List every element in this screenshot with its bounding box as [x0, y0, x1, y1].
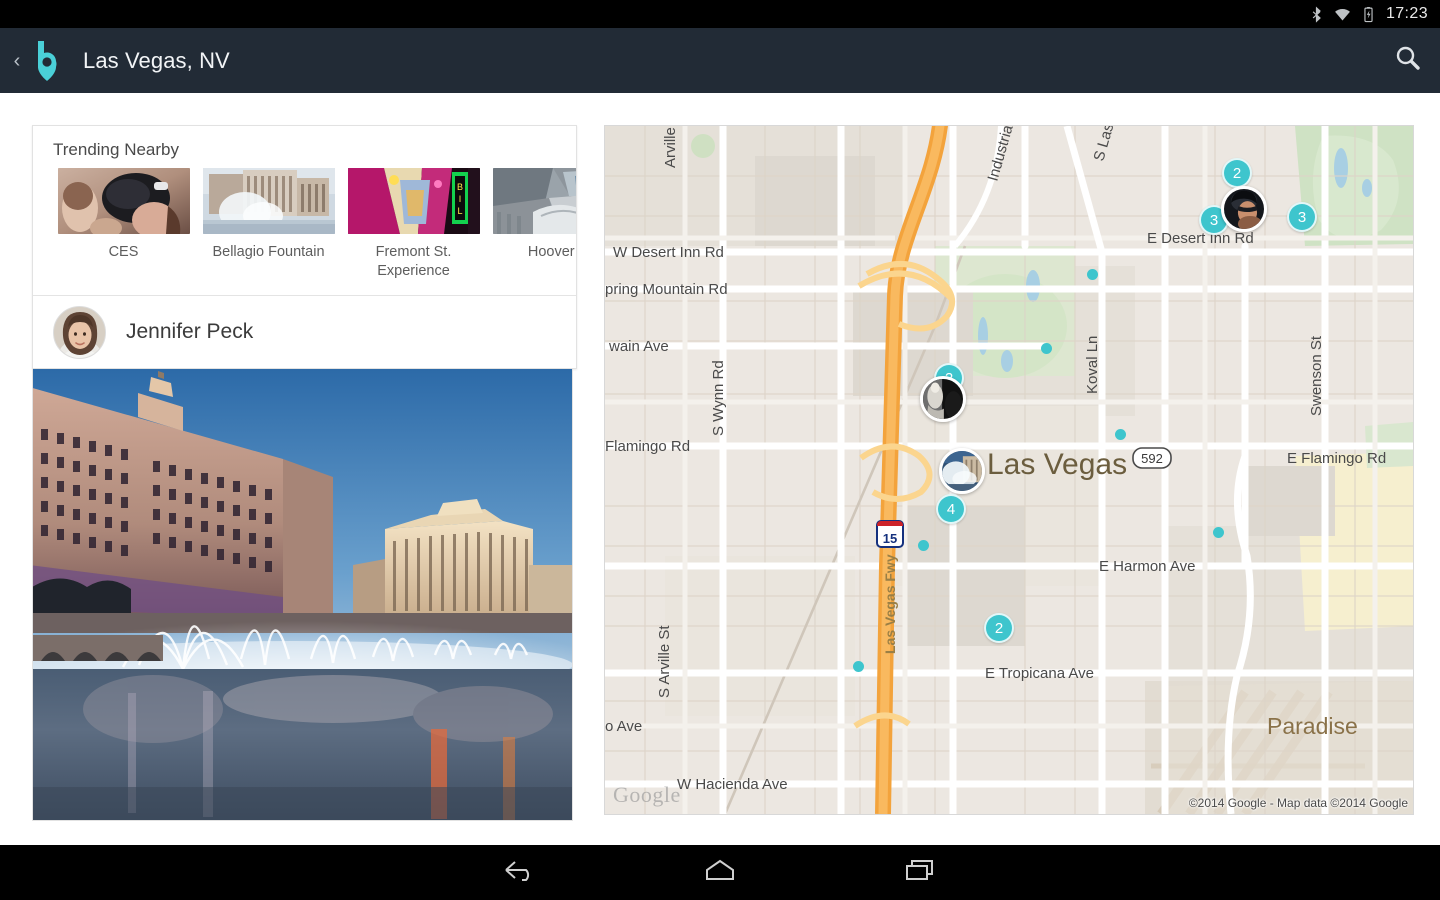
svg-text:S Las Vegas Blv: S Las Vegas Blv: [1091, 126, 1138, 163]
map-attribution: ©2014 Google - Map data ©2014 Google: [1188, 796, 1408, 810]
svg-text:Industrial Rd: Industrial Rd: [985, 126, 1025, 183]
post-author-row[interactable]: Jennifer Peck: [33, 296, 576, 368]
map-point-marker[interactable]: [1041, 343, 1052, 354]
back-arrow-icon: [502, 857, 538, 888]
trending-item-label: Hoover D: [527, 244, 576, 260]
recents-icon: [903, 857, 937, 888]
left-column: Trending Nearby CES Bellagio Fountain B …: [32, 125, 577, 821]
app-bar: ‹ Las Vegas, NV: [0, 28, 1440, 93]
bluetooth-icon: [1308, 5, 1325, 23]
svg-text:592: 592: [1141, 451, 1163, 466]
page-title: Las Vegas, NV: [83, 47, 230, 73]
trending-item-ces[interactable]: CES: [51, 168, 196, 281]
svg-text:Arville St: Arville St: [662, 126, 679, 168]
route-shield-592: 592: [1132, 447, 1172, 469]
map-cluster-marker[interactable]: 2: [984, 613, 1014, 643]
svg-text:15: 15: [883, 531, 897, 546]
broadcastr-pin-logo-icon[interactable]: [32, 40, 62, 82]
wifi-icon: [1334, 6, 1351, 23]
svg-text:W Desert Inn Rd: W Desert Inn Rd: [613, 244, 724, 261]
home-nav-button[interactable]: [690, 853, 750, 893]
svg-text:Swenson St: Swenson St: [1308, 335, 1325, 416]
svg-text:E Flamingo Rd: E Flamingo Rd: [1287, 450, 1386, 467]
svg-text:E Desert Inn Rd: E Desert Inn Rd: [1147, 230, 1254, 247]
hoover-dam-photo: [492, 168, 576, 234]
back-nav-button[interactable]: [490, 853, 550, 893]
route-shield-i15: 15: [876, 520, 904, 548]
svg-text:E Tropicana Ave: E Tropicana Ave: [985, 665, 1094, 682]
svg-text:E Harmon Ave: E Harmon Ave: [1099, 558, 1195, 575]
trending-item-fremont-st-experience[interactable]: B I L Fremont St. Experience: [341, 168, 486, 281]
author-name: Jennifer Peck: [126, 320, 254, 343]
feature-photo[interactable]: [32, 369, 573, 821]
map-point-marker[interactable]: [1087, 269, 1098, 280]
avatar[interactable]: [53, 305, 106, 359]
bellagio-fountain-photo: [202, 168, 335, 234]
map-labels: W Desert Inn Rd pring Mountain Rd wain A…: [605, 126, 1386, 793]
map-photo-marker[interactable]: [1221, 186, 1267, 232]
map-point-marker[interactable]: [1213, 527, 1224, 538]
back-button[interactable]: ‹: [4, 51, 30, 71]
search-button[interactable]: [1376, 28, 1440, 93]
map-panel[interactable]: W Desert Inn Rd pring Mountain Rd wain A…: [604, 125, 1414, 815]
map-point-marker[interactable]: [853, 661, 864, 672]
map-cluster-marker[interactable]: 4: [936, 494, 966, 524]
status-bar: 17:23: [0, 0, 1440, 28]
map-photo-marker[interactable]: [920, 376, 966, 422]
svg-text:wain Ave: wain Ave: [608, 338, 669, 355]
trending-item-bellagio-fountain[interactable]: Bellagio Fountain: [196, 168, 341, 281]
search-icon: [1393, 43, 1423, 78]
fremont-street-canopy-photo: B I L: [347, 168, 480, 234]
map-cluster-marker[interactable]: 3: [1287, 202, 1317, 232]
trending-nearby-card: Trending Nearby CES Bellagio Fountain B …: [32, 125, 577, 369]
map-point-marker[interactable]: [918, 540, 929, 551]
map-photo-marker[interactable]: [939, 448, 985, 494]
svg-text:pring Mountain Rd: pring Mountain Rd: [605, 281, 728, 298]
svg-text:Paradise: Paradise: [1267, 713, 1358, 739]
content-area: Trending Nearby CES Bellagio Fountain B …: [0, 93, 1440, 845]
trending-item-label: Fremont St. Experience: [375, 244, 452, 279]
svg-text:I: I: [458, 194, 461, 204]
svg-text:B: B: [456, 182, 462, 192]
map-point-marker[interactable]: [1115, 429, 1126, 440]
svg-text:S Wynn Rd: S Wynn Rd: [710, 360, 727, 436]
map-cluster-marker[interactable]: 2: [1222, 158, 1252, 188]
ces-vr-headset-photo: [57, 168, 190, 234]
svg-text:W Hacienda Ave: W Hacienda Ave: [677, 776, 788, 793]
trending-item-hoover-dam[interactable]: Hoover D: [486, 168, 576, 281]
google-watermark: Google: [613, 782, 681, 807]
home-icon: [702, 857, 738, 888]
svg-text:Koval Ln: Koval Ln: [1084, 336, 1101, 394]
trending-nearby-list[interactable]: CES Bellagio Fountain B I L Fremont St. …: [33, 168, 576, 287]
trending-nearby-title: Trending Nearby: [53, 140, 179, 159]
battery-charging-icon: [1360, 6, 1377, 23]
svg-text:Flamingo Rd: Flamingo Rd: [605, 438, 690, 455]
trending-item-label: Bellagio Fountain: [212, 244, 325, 260]
trending-item-label: CES: [108, 244, 139, 260]
svg-text:Las Vegas: Las Vegas: [987, 448, 1127, 481]
screen-root: 17:23 ‹ Las Vegas, NV Trending Nearby CE…: [0, 0, 1440, 900]
svg-text:Las Vegas Fwy: Las Vegas Fwy: [882, 554, 898, 654]
system-navigation-bar: [0, 845, 1440, 900]
status-clock: 17:23: [1385, 5, 1428, 22]
svg-text:L: L: [457, 206, 462, 216]
svg-text:o Ave: o Ave: [605, 718, 642, 735]
recents-nav-button[interactable]: [890, 853, 950, 893]
svg-text:S Arville St: S Arville St: [656, 625, 673, 698]
